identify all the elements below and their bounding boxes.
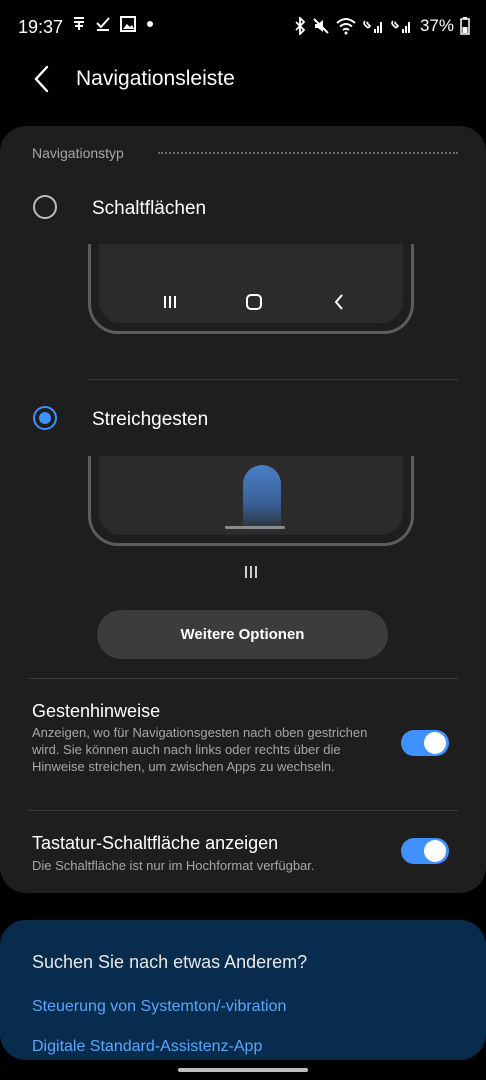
check-download-icon <box>96 17 110 31</box>
keyboard-button-toggle[interactable] <box>401 838 449 864</box>
battery-percent: 37% <box>419 16 454 35</box>
signal-2-icon <box>391 20 410 33</box>
setting-title-keyboard-button[interactable]: Tastatur-Schaltfläche anzeigen <box>32 833 278 854</box>
gallery-icon <box>120 16 136 32</box>
signal-1-icon <box>363 20 382 33</box>
buttons-preview-screen <box>99 244 403 323</box>
setting-description-keyboard-button: Die Schaltfläche ist nur im Hochformat v… <box>32 858 315 873</box>
page-title: Navigationsleiste <box>76 67 235 90</box>
buttons-preview[interactable] <box>88 244 414 334</box>
home-indicator[interactable] <box>178 1068 308 1072</box>
toggle-knob <box>424 732 446 754</box>
recents-icon <box>164 296 176 308</box>
gestures-preview[interactable] <box>88 456 414 546</box>
navigation-settings-card: Navigationstyp Schaltflächen Streichgest… <box>0 126 486 893</box>
divider <box>28 678 458 679</box>
status-right-icons: 37% <box>294 16 470 36</box>
suggestions-card: Suchen Sie nach etwas Anderem? Steuerung… <box>0 920 486 1060</box>
divider <box>28 810 458 811</box>
battery-icon <box>460 17 470 35</box>
app-bar: Navigationsleiste <box>0 56 486 102</box>
gestures-preview-screen <box>99 456 403 535</box>
suggestions-heading: Suchen Sie nach etwas Anderem? <box>32 952 308 972</box>
mute-icon <box>313 18 329 34</box>
back-nav-icon <box>334 294 343 310</box>
option-label-schaltflaechen[interactable]: Schaltflächen <box>92 198 206 220</box>
data-saver-icon <box>74 17 84 30</box>
setting-title-gesture-hints[interactable]: Gestenhinweise <box>32 701 160 722</box>
setting-description-gesture-hints: Anzeigen, wo für Navigationsgesten nach … <box>32 725 368 774</box>
suggestion-link-sound-vibration[interactable]: Steuerung von Systemton/-vibration <box>32 998 286 1016</box>
gesture-hint-line <box>225 526 285 529</box>
toggle-knob <box>424 840 446 862</box>
option-label-streichgesten[interactable]: Streichgesten <box>92 409 208 431</box>
status-time: 19:37 <box>18 17 64 37</box>
swipe-gesture-indicator <box>243 465 281 533</box>
dot-icon <box>147 21 153 27</box>
radio-schaltflaechen[interactable] <box>33 195 57 219</box>
status-left-icons <box>72 16 154 32</box>
divider <box>88 379 458 380</box>
bluetooth-icon <box>295 17 306 35</box>
keyboard-hint-icon <box>245 566 257 578</box>
wifi-icon <box>336 18 356 35</box>
suggestion-link-assistant-app[interactable]: Digitale Standard-Assistenz-App <box>32 1038 262 1056</box>
back-chevron-icon[interactable] <box>30 64 54 94</box>
status-bar: 19:37 37% <box>0 0 486 56</box>
radio-streichgesten[interactable] <box>33 406 57 430</box>
section-title-navigationstyp: Navigationstyp <box>32 145 124 161</box>
gesture-hints-toggle[interactable] <box>401 730 449 756</box>
home-icon <box>246 294 262 310</box>
section-dotted-divider <box>158 152 458 154</box>
more-options-button[interactable]: Weitere Optionen <box>97 610 388 659</box>
